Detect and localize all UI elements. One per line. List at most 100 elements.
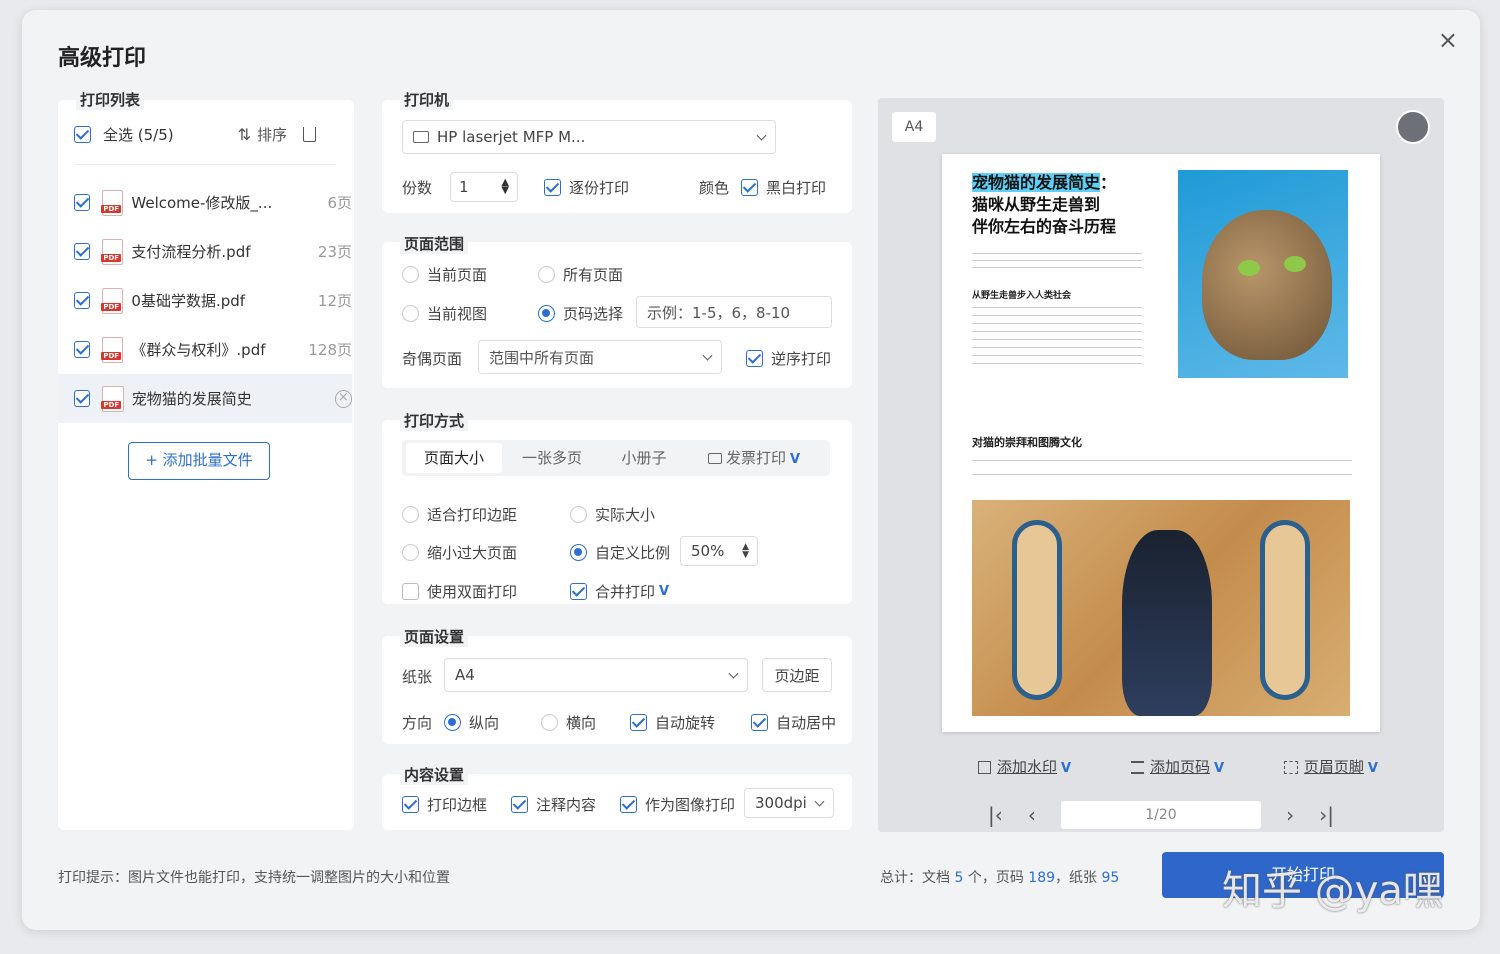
- cat-photo: [1178, 170, 1348, 378]
- duplex-option[interactable]: 使用双面打印: [402, 581, 517, 602]
- fit-margin-label: 适合打印边距: [427, 506, 518, 524]
- add-watermark-button[interactable]: 添加水印 V: [978, 756, 1071, 777]
- page-range-input[interactable]: 示例：1-5，6，8-10: [636, 296, 832, 328]
- next-page-icon[interactable]: ›: [1286, 803, 1294, 827]
- all-pages-option[interactable]: 所有页面: [538, 264, 623, 285]
- first-page-icon[interactable]: |‹: [988, 803, 1003, 827]
- remove-file-icon[interactable]: ×: [334, 389, 352, 408]
- chevron-down-icon: [728, 668, 739, 679]
- paper-size-badge: A4: [892, 112, 936, 142]
- fullscreen-icon[interactable]: [1396, 110, 1430, 144]
- custom-scale-radio[interactable]: [570, 544, 587, 561]
- sort-icon[interactable]: ⇅: [238, 125, 251, 144]
- file-row[interactable]: Welcome-修改版_... 6页: [58, 178, 352, 227]
- file-name: 支付流程分析.pdf: [131, 243, 251, 261]
- stepper-arrows-icon[interactable]: ▲ ▼: [742, 543, 749, 560]
- file-checkbox[interactable]: [74, 243, 91, 260]
- shrink-option[interactable]: 缩小过大页面: [402, 542, 517, 563]
- fit-margin-radio[interactable]: [402, 506, 419, 523]
- invoice-tab-label: 发票打印: [725, 449, 786, 467]
- close-icon[interactable]: ×: [1438, 26, 1458, 54]
- file-row[interactable]: 0基础学数据.pdf 12页: [58, 276, 352, 325]
- file-checkbox[interactable]: [74, 341, 91, 358]
- landscape-radio[interactable]: [541, 714, 559, 731]
- page-select-option[interactable]: 页码选择: [538, 303, 623, 324]
- select-all-row[interactable]: 全选 (5/5) ⇅ 排序: [58, 110, 352, 158]
- paper-label: 纸张: [402, 668, 433, 686]
- trash-icon[interactable]: [303, 126, 317, 142]
- select-all-checkbox[interactable]: [74, 125, 91, 143]
- current-page-radio[interactable]: [402, 266, 419, 283]
- current-view-option[interactable]: 当前视图: [402, 303, 487, 324]
- content-setup-title: 内容设置: [400, 764, 469, 785]
- portrait-radio[interactable]: [444, 714, 462, 731]
- print-border-checkbox[interactable]: [402, 796, 419, 813]
- auto-center-checkbox[interactable]: [751, 714, 769, 731]
- margin-button[interactable]: 页边距: [762, 658, 832, 692]
- tab-page-size[interactable]: 页面大小: [406, 443, 502, 473]
- current-page-option[interactable]: 当前页面: [402, 264, 487, 285]
- add-watermark-label: 添加水印: [997, 758, 1058, 776]
- reverse-option[interactable]: 逆序打印: [746, 348, 831, 369]
- page-range-panel: 当前页面 所有页面 当前视图 页码选择 示例：1-5，6，8-10 奇偶页面 范…: [382, 242, 852, 388]
- doc-title-colon: ：: [1100, 173, 1117, 192]
- reverse-label: 逆序打印: [771, 350, 832, 368]
- file-pages: 128页: [308, 341, 352, 359]
- file-checkbox[interactable]: [74, 292, 91, 309]
- scale-stepper[interactable]: 50% ▲ ▼: [680, 536, 758, 566]
- file-row-selected[interactable]: 宠物猫的发展简史 ×: [58, 374, 352, 423]
- annotations-checkbox[interactable]: [511, 796, 529, 813]
- paper-select[interactable]: A4: [444, 658, 748, 692]
- prev-page-icon[interactable]: ‹: [1028, 803, 1036, 827]
- merge-option[interactable]: 合并打印 V: [570, 581, 669, 602]
- shrink-radio[interactable]: [402, 544, 419, 561]
- header-footer-button[interactable]: 页眉页脚 V: [1283, 756, 1378, 777]
- paper-count: 95: [1101, 870, 1120, 886]
- file-row[interactable]: 《群众与权利》.pdf 128页: [58, 325, 352, 374]
- sort-label[interactable]: 排序: [257, 124, 287, 145]
- file-checkbox[interactable]: [74, 194, 91, 211]
- current-view-radio[interactable]: [402, 305, 419, 322]
- auto-rotate-checkbox[interactable]: [630, 714, 648, 731]
- reverse-checkbox[interactable]: [746, 350, 763, 367]
- color-label: 颜色: [699, 178, 730, 197]
- tab-invoice[interactable]: 发票打印 V: [694, 443, 814, 473]
- duplex-checkbox[interactable]: [402, 583, 419, 600]
- file-checkbox[interactable]: [74, 390, 91, 407]
- doc-subheading: 对猫的崇拜和图腾文化: [972, 436, 1082, 449]
- annotations-label: 注释内容: [536, 796, 597, 814]
- actual-size-option[interactable]: 实际大小: [570, 504, 655, 525]
- dpi-select[interactable]: 300dpi: [744, 788, 834, 818]
- cat-head-shape: [1202, 210, 1332, 360]
- tab-multi-page[interactable]: 一张多页: [504, 443, 600, 473]
- dialog-title: 高级打印: [58, 46, 147, 71]
- as-image-checkbox[interactable]: [620, 796, 638, 813]
- all-pages-radio[interactable]: [538, 266, 555, 283]
- actual-size-radio[interactable]: [570, 506, 587, 523]
- doc-title-line3: 伴你左右的奋斗历程: [972, 217, 1117, 236]
- select-all-label: 全选 (5/5): [103, 125, 174, 144]
- page-select-radio[interactable]: [538, 305, 555, 322]
- chevron-down-icon[interactable]: V: [659, 584, 669, 599]
- fit-margin-option[interactable]: 适合打印边距: [402, 504, 517, 525]
- odd-even-select[interactable]: 范围中所有页面: [478, 340, 722, 374]
- cat-eye-shape: [1284, 256, 1306, 272]
- custom-scale-option[interactable]: 自定义比例: [570, 542, 670, 563]
- preview-toolbar: 添加水印 V 添加页码 V 页眉页脚 V: [978, 756, 1378, 777]
- tab-booklet[interactable]: 小册子: [602, 443, 686, 473]
- collate-checkbox[interactable]: [544, 178, 562, 196]
- page-indicator[interactable]: 1/20: [1061, 801, 1261, 829]
- bw-checkbox[interactable]: [741, 178, 759, 196]
- add-batch-files-button[interactable]: + 添加批量文件: [128, 442, 270, 480]
- stepper-arrows-icon[interactable]: ▲ ▼: [501, 178, 509, 196]
- copies-stepper[interactable]: 1 ▲ ▼: [450, 172, 519, 202]
- odd-even-row: 奇偶页面: [402, 348, 462, 369]
- copies-value: 1: [459, 178, 469, 196]
- merge-checkbox[interactable]: [570, 583, 587, 600]
- add-page-number-button[interactable]: 添加页码 V: [1130, 756, 1224, 777]
- chevron-down-icon: [756, 130, 767, 141]
- last-page-icon[interactable]: ›|: [1319, 803, 1334, 827]
- file-row[interactable]: 支付流程分析.pdf 23页: [58, 227, 352, 276]
- page-setup-title: 页面设置: [400, 626, 469, 647]
- printer-select[interactable]: HP laserjet MFP M...: [402, 120, 776, 154]
